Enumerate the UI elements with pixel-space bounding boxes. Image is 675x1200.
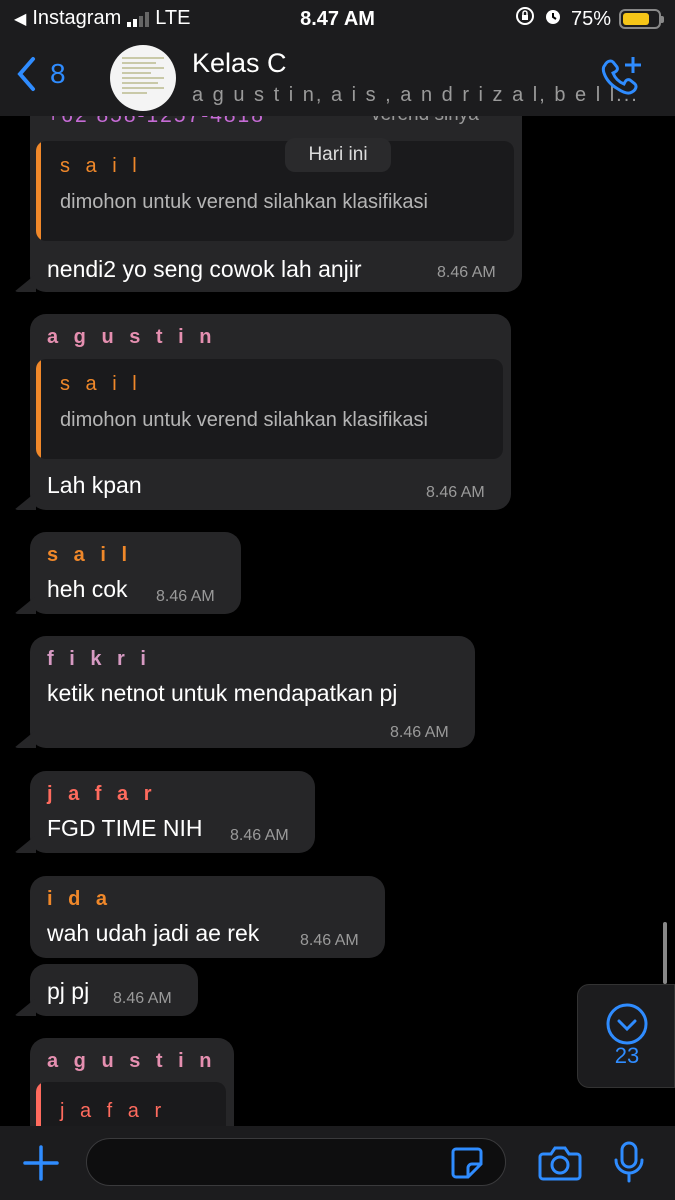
add-call-button[interactable] [599,55,643,102]
unread-count: 23 [614,1043,640,1068]
message-bubble[interactable]: a g u s t i n s a i l dimohon untuk vere… [30,314,511,510]
quoted-message[interactable]: j a f a r [36,1082,226,1126]
quote-bar [36,1082,41,1126]
chevron-down-icon [606,1003,648,1045]
message-time: 8.46 AM [300,932,359,949]
message-input[interactable] [86,1138,506,1186]
sender-name: i d a [47,888,113,910]
back-button[interactable]: 8 [16,56,66,92]
group-name[interactable]: Kelas C [192,48,287,79]
camera-icon [538,1146,582,1181]
quote-sender: j a f a r [60,1100,167,1122]
quote-bar [36,359,41,459]
message-bubble[interactable]: +62 858-1257-4818 ~verend siriya s a i l… [30,116,522,292]
quote-text: dimohon untuk verend silahkan klasifikas… [60,191,428,213]
quote-sender: s a i l [60,155,142,177]
composer-bar [0,1126,675,1200]
message-text: pj pj [47,978,90,1004]
message-time: 8.46 AM [426,484,485,501]
message-text: ketik netnot untuk mendapatkan pj [47,680,398,706]
sender-name: s a i l [47,544,133,566]
message-time: 8.46 AM [230,827,289,844]
sender-nickname: ~verend siriya [360,116,479,126]
camera-button[interactable] [538,1144,582,1187]
message-bubble[interactable]: f i k r i ketik netnot untuk mendapatkan… [30,636,475,748]
sender-name: j a f a r [47,783,157,805]
group-members[interactable]: a g u s t i n, a i s , a n d r i z a l, … [192,84,639,107]
message-text: Lah kpan [47,472,142,498]
message-time: 8.46 AM [390,724,449,741]
battery-icon [619,9,664,29]
group-avatar[interactable] [110,45,176,111]
rotation-lock-icon [515,6,535,32]
battery-percent: 75% [570,7,611,30]
sender-name: f i k r i [47,648,151,670]
quote-text: dimohon untuk verend silahkan klasifikas… [60,409,428,431]
quote-sender: s a i l [60,373,142,395]
sender-name: a g u s t i n [47,326,217,348]
date-chip: Hari ini [285,138,391,172]
message-text: nendi2 yo seng cowok lah anjir [47,256,362,282]
message-bubble[interactable]: j a f a r FGD TIME NIH 8.46 AM [30,771,315,853]
sender-name: a g u s t i n [47,1050,217,1072]
message-text: heh cok [47,576,128,602]
status-bar: ◀ Instagram LTE 8.47 AM 75% [0,0,675,38]
message-list[interactable]: +62 858-1257-4818 ~verend siriya s a i l… [0,116,675,1126]
sticker-button[interactable] [450,1146,484,1185]
message-bubble[interactable]: pj pj 8.46 AM [30,964,198,1016]
scroll-indicator[interactable] [663,922,667,984]
add-call-icon [601,57,641,95]
scroll-to-bottom-button[interactable]: 23 [577,984,675,1088]
message-time: 8.46 AM [437,264,496,281]
plus-icon [23,1145,59,1181]
message-text: wah udah jadi ae rek [47,920,260,946]
quoted-message[interactable]: s a i l dimohon untuk verend silahkan kl… [36,141,514,241]
message-time: 8.46 AM [113,990,172,1007]
message-time: 8.46 AM [156,588,215,605]
voice-button[interactable] [612,1140,646,1189]
message-bubble[interactable]: i d a wah udah jadi ae rek 8.46 AM [30,876,385,958]
quoted-message[interactable]: s a i l dimohon untuk verend silahkan kl… [36,359,503,459]
message-text: FGD TIME NIH [47,815,203,841]
chat-header: 8 Kelas C a g u s t i n, a i s , a n d r… [0,38,675,116]
attach-button[interactable] [22,1144,60,1187]
quote-bar [36,141,41,241]
message-bubble[interactable]: s a i l heh cok 8.46 AM [30,532,241,614]
sender-phone: +62 858-1257-4818 [47,116,265,128]
alarm-icon [543,6,563,32]
back-chevron-icon [17,57,35,91]
sticker-icon [451,1147,483,1179]
back-count: 8 [50,58,66,89]
message-bubble[interactable]: a g u s t i n j a f a r [30,1038,234,1126]
microphone-icon [614,1141,644,1183]
